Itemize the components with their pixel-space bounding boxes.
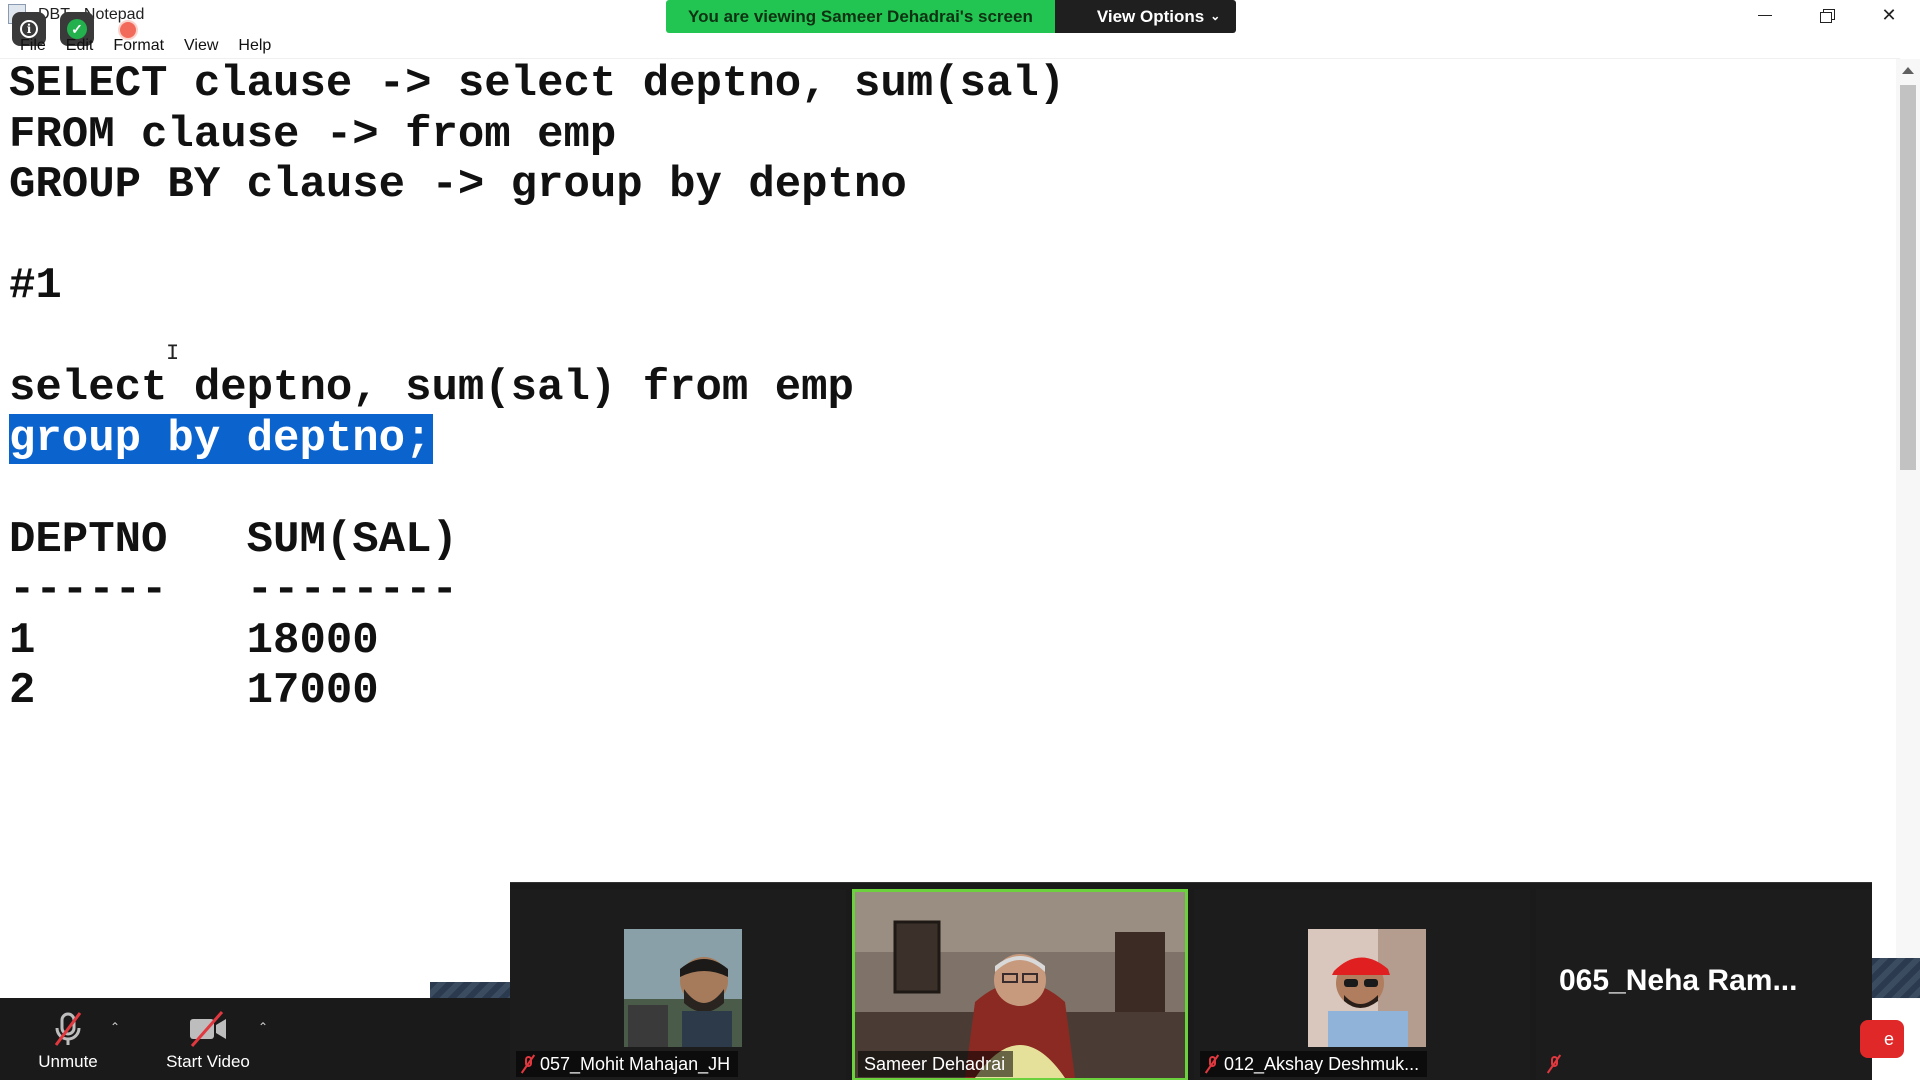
- participant-name-tag: [1542, 1051, 1568, 1077]
- close-button[interactable]: ✕: [1858, 0, 1920, 30]
- scrollbar-thumb[interactable]: [1900, 85, 1916, 470]
- viewing-screen-label: You are viewing Sameer Dehadrai's screen: [666, 0, 1055, 33]
- minimize-icon: [1758, 14, 1772, 16]
- editor-line: ------ --------: [9, 565, 458, 615]
- start-video-button[interactable]: Start Video: [148, 1006, 268, 1076]
- screen: { "window": { "title": "DBT - Notepad" }…: [0, 0, 1920, 1080]
- unmute-label: Unmute: [38, 1052, 98, 1071]
- editor-line: 1 18000: [9, 616, 379, 666]
- text-editor[interactable]: SELECT clause -> select deptno, sum(sal)…: [0, 59, 1896, 999]
- close-icon: ✕: [1881, 4, 1897, 25]
- hatch-decoration: [430, 982, 510, 998]
- participant-photo: [624, 929, 742, 1047]
- editor-line: FROM clause -> from emp: [9, 110, 617, 160]
- editor-line: SELECT clause -> select deptno, sum(sal): [9, 59, 1066, 109]
- vertical-scrollbar[interactable]: [1896, 59, 1920, 999]
- editor-line: select deptno, sum(sal) from emp: [9, 363, 854, 413]
- participant-name: 057_Mohit Mahajan_JH: [540, 1054, 731, 1074]
- menu-file[interactable]: File: [10, 33, 56, 59]
- audio-options-caret-icon[interactable]: ⌃: [110, 1020, 120, 1034]
- mic-off-icon: [54, 1012, 82, 1046]
- menu-view[interactable]: View: [174, 33, 228, 59]
- participant-name-tag: 012_Akshay Deshmuk...: [1200, 1051, 1428, 1077]
- restore-button[interactable]: [1796, 0, 1858, 30]
- participant-tile[interactable]: 012_Akshay Deshmuk...: [1194, 889, 1530, 1080]
- view-options-label: View Options: [1096, 7, 1205, 26]
- i-beam-cursor-icon: I: [166, 341, 180, 366]
- menu-bar: File Edit Format View Help: [0, 33, 281, 59]
- participant-name-tag: 057_Mohit Mahajan_JH: [516, 1051, 739, 1077]
- screen-share-banner: You are viewing Sameer Dehadrai's screen…: [666, 0, 1237, 33]
- start-video-label: Start Video: [166, 1052, 250, 1071]
- participant-name: 012_Akshay Deshmuk...: [1224, 1054, 1420, 1074]
- participant-tile[interactable]: 057_Mohit Mahajan_JH: [510, 889, 846, 1080]
- active-speaker-tile[interactable]: Sameer Dehadrai: [852, 889, 1188, 1080]
- menu-help[interactable]: Help: [228, 33, 281, 59]
- selected-text: group by deptno;: [9, 414, 434, 464]
- meeting-toolbar: Unmute ⌃ Start Video ⌃: [0, 998, 510, 1080]
- editor-line: GROUP BY clause -> group by deptno: [9, 160, 907, 210]
- restore-icon: [1820, 9, 1835, 23]
- participant-name-tag: Sameer Dehadrai: [858, 1051, 1014, 1077]
- hatch-decoration: [1872, 958, 1920, 998]
- participant-display-name: 065_Neha Ram...: [1559, 964, 1798, 997]
- view-options-button[interactable]: View Options ⌄: [1054, 0, 1237, 33]
- unmute-button[interactable]: Unmute: [8, 1006, 128, 1076]
- leave-button[interactable]: e: [1860, 1020, 1904, 1058]
- editor-line: 2 17000: [9, 666, 379, 716]
- editor-line: #1: [9, 261, 62, 311]
- muted-mic-icon: [520, 1054, 536, 1074]
- editor-line: DEPTNO SUM(SAL): [9, 515, 458, 565]
- scroll-up-icon[interactable]: [1902, 67, 1914, 74]
- menu-edit[interactable]: Edit: [56, 33, 104, 59]
- muted-mic-icon: [1546, 1054, 1562, 1074]
- participant-photo: [1308, 929, 1426, 1047]
- video-off-icon: [190, 1011, 226, 1047]
- notepad-title-bar: DBT - Notepad You are viewing Sameer Deh…: [0, 0, 1920, 33]
- window-controls: ✕: [1734, 0, 1920, 30]
- chevron-down-icon: ⌄: [1210, 9, 1221, 23]
- menu-format[interactable]: Format: [103, 33, 174, 59]
- participant-name: Sameer Dehadrai: [864, 1054, 1006, 1074]
- video-options-caret-icon[interactable]: ⌃: [258, 1020, 268, 1034]
- minimize-button[interactable]: [1734, 0, 1796, 30]
- muted-mic-icon: [1204, 1054, 1220, 1074]
